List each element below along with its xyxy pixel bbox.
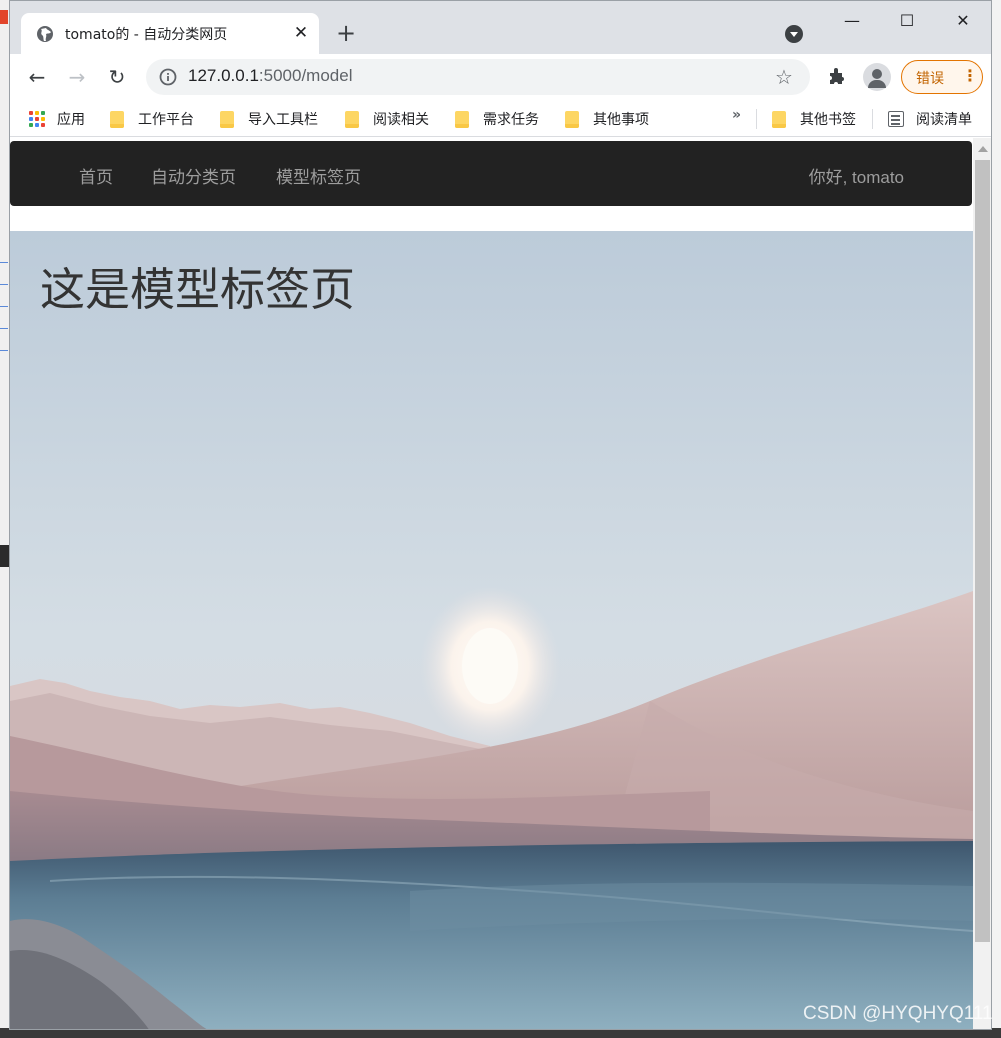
browser-toolbar: ← → ↻ 127.0.0.1:5000/model ☆ 错误 ⋮	[10, 54, 991, 101]
profile-head	[872, 69, 882, 79]
bookmark-apps[interactable]: 应用	[29, 109, 85, 129]
other-bookmarks[interactable]: 其他书签	[772, 109, 856, 129]
globe-icon	[37, 26, 53, 42]
bookmark-label: 阅读相关	[373, 112, 429, 128]
url-path: :5000/model	[258, 66, 353, 85]
bookmark-separator	[756, 109, 757, 129]
scroll-thumb[interactable]	[975, 160, 990, 942]
folder-icon	[772, 110, 786, 128]
new-tab-button[interactable]: +	[334, 21, 358, 45]
menu-dots-icon[interactable]: ⋮	[962, 66, 978, 85]
error-label: 错误	[916, 71, 944, 87]
hero-banner: 这是模型标签页	[10, 231, 973, 1029]
tab-title: tomato的 - 自动分类网页	[65, 27, 228, 43]
folder-icon	[345, 110, 359, 128]
folder-icon	[110, 110, 124, 128]
background-app-right	[991, 0, 1001, 1038]
tab-strip: tomato的 - 自动分类网页 ✕ + — ☐ ✕	[10, 1, 991, 54]
reading-list-icon	[888, 111, 904, 127]
bookmarks-bar: 应用 工作平台 导入工具栏 阅读相关 需求任务 其他事项 » 其他书签 阅读清单	[10, 101, 991, 137]
bookmark-separator	[872, 109, 873, 129]
apps-grid-icon	[29, 111, 45, 127]
watermark: CSDN @HYQHYQ111	[803, 1003, 993, 1024]
reading-list[interactable]: 阅读清单	[888, 109, 972, 129]
profile-avatar[interactable]	[863, 63, 891, 91]
bookmark-label: 应用	[57, 112, 85, 128]
background-app-line	[0, 284, 8, 285]
nav-link-home[interactable]: 首页	[79, 163, 113, 188]
background-app-line	[0, 306, 8, 307]
minimize-button[interactable]: —	[829, 7, 875, 35]
page-viewport: 首页 自动分类页 模型标签页 你好, tomato 这是模型标签页	[10, 138, 991, 1029]
bookmark-label: 其他书签	[800, 112, 856, 128]
extensions-icon[interactable]	[826, 65, 848, 87]
folder-icon	[565, 110, 579, 128]
bookmark-label: 工作平台	[138, 112, 194, 128]
info-icon[interactable]	[159, 68, 177, 86]
bookmark-folder[interactable]: 需求任务	[455, 109, 539, 129]
bookmark-label: 需求任务	[483, 112, 539, 128]
scroll-up-arrow-icon[interactable]	[978, 146, 988, 152]
address-bar[interactable]: 127.0.0.1:5000/model ☆	[146, 59, 810, 95]
bookmark-label: 其他事项	[593, 112, 649, 128]
folder-icon	[455, 110, 469, 128]
reload-button[interactable]: ↻	[103, 63, 131, 91]
close-tab-icon[interactable]: ✕	[291, 23, 311, 43]
site-navbar: 首页 自动分类页 模型标签页 你好, tomato	[10, 141, 972, 206]
desert-landscape-image	[10, 231, 973, 1029]
bookmark-label: 导入工具栏	[248, 112, 318, 128]
background-app-line	[0, 328, 8, 329]
error-button[interactable]: 错误 ⋮	[901, 60, 983, 94]
bookmark-folder[interactable]: 其他事项	[565, 109, 649, 129]
forward-button[interactable]: →	[63, 63, 91, 91]
bookmark-folder[interactable]: 工作平台	[110, 109, 194, 129]
tab-search-icon[interactable]	[784, 24, 804, 44]
url-text[interactable]: 127.0.0.1:5000/model	[188, 66, 352, 86]
page-scrollbar[interactable]	[973, 138, 991, 1029]
profile-body	[868, 80, 886, 88]
bookmark-label: 阅读清单	[916, 112, 972, 128]
folder-icon	[220, 110, 234, 128]
maximize-button[interactable]: ☐	[884, 7, 930, 35]
more-bookmarks-icon[interactable]: »	[732, 107, 741, 123]
nav-link-model-tags[interactable]: 模型标签页	[276, 163, 361, 188]
user-greeting[interactable]: 你好, tomato	[809, 163, 904, 188]
background-app-line	[0, 262, 8, 263]
nav-link-auto-classify[interactable]: 自动分类页	[151, 163, 236, 188]
url-host: 127.0.0.1	[188, 66, 259, 85]
page-title: 这是模型标签页	[40, 263, 356, 316]
active-tab[interactable]: tomato的 - 自动分类网页 ✕	[21, 13, 319, 54]
bookmark-folder[interactable]: 阅读相关	[345, 109, 429, 129]
back-button[interactable]: ←	[23, 63, 51, 91]
bookmark-folder[interactable]: 导入工具栏	[220, 109, 318, 129]
background-app-line	[0, 350, 8, 351]
browser-window: tomato的 - 自动分类网页 ✕ + — ☐ ✕ ← → ↻ 127.0.0…	[9, 0, 992, 1030]
bookmark-star-icon[interactable]: ☆	[775, 65, 793, 89]
close-window-button[interactable]: ✕	[940, 7, 986, 35]
background-app-icon	[0, 10, 8, 24]
